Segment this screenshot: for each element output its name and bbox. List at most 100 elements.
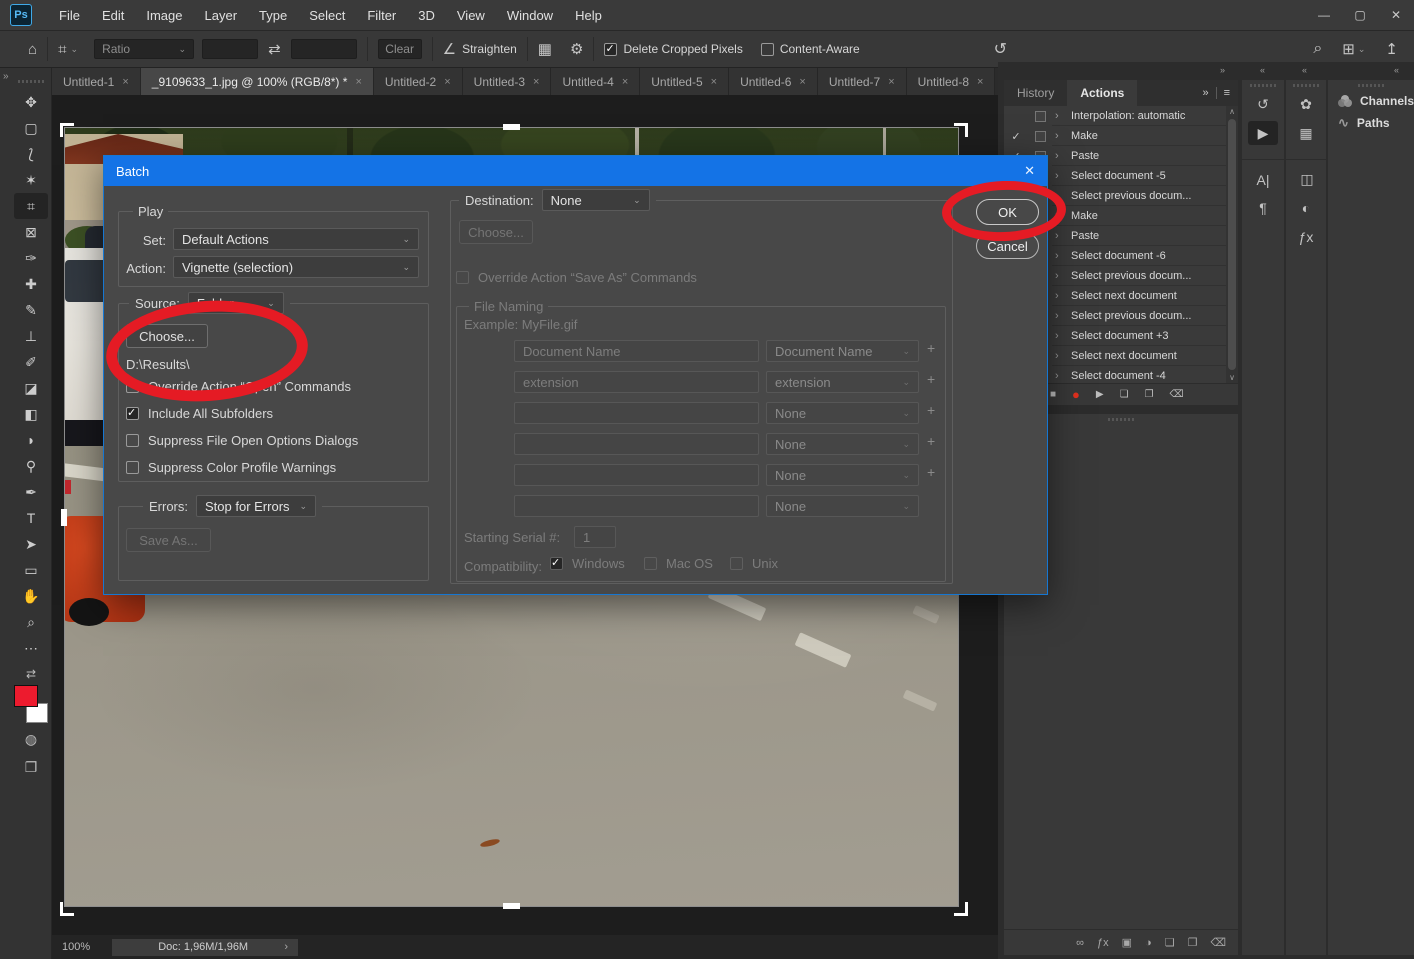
chevron-right-icon[interactable]: › [1055, 310, 1065, 322]
file-naming-select[interactable]: None ⌄ [766, 495, 919, 517]
chevron-right-icon[interactable]: › [1055, 190, 1065, 202]
chevron-right-icon[interactable]: › [1055, 170, 1065, 182]
brush-tool[interactable]: ✎ [14, 297, 48, 323]
checkbox[interactable]: ✓ [126, 407, 139, 420]
crop-handle[interactable] [954, 123, 968, 137]
dodge-tool[interactable]: ⚲ [14, 453, 48, 479]
screen-mode-icon[interactable]: ❐ [14, 755, 48, 779]
plus-icon[interactable]: + [927, 464, 935, 480]
clone-stamp-tool[interactable]: ⊥ [14, 323, 48, 349]
checkbox[interactable]: ✓ [761, 43, 774, 56]
ok-button[interactable]: OK [976, 199, 1039, 225]
starting-serial-input[interactable]: 1 [574, 526, 616, 548]
checkbox[interactable]: ✓ [550, 557, 563, 570]
chevron-down-icon[interactable]: ⌄ [1358, 44, 1366, 55]
file-naming-select[interactable]: None ⌄ [766, 464, 919, 486]
chevron-right-icon[interactable]: › [1055, 330, 1065, 342]
menu-item[interactable]: Help [564, 8, 613, 23]
marquee-tool[interactable]: ▢ [14, 115, 48, 141]
history-brush-tool[interactable]: ✐ [14, 349, 48, 375]
chevron-right-icon[interactable]: › [1055, 270, 1065, 282]
crop-tool[interactable]: ⌗ [14, 193, 48, 219]
zoom-tool[interactable]: ⌕ [14, 609, 48, 635]
checkbox[interactable]: ✓ [456, 271, 469, 284]
source-checkbox[interactable]: ✓ Suppress Color Profile Warnings [126, 460, 336, 475]
document-tab[interactable]: Untitled-8 × [907, 68, 996, 95]
chevron-right-icon[interactable]: › [1055, 250, 1065, 262]
color-panel-icon[interactable]: ✿ [1291, 92, 1321, 116]
move-tool[interactable]: ✥ [14, 89, 48, 115]
compatibility-checkbox[interactable]: ✓ Windows [550, 556, 625, 571]
swap-colors-icon[interactable]: ⇄ [12, 667, 50, 681]
menu-item[interactable]: View [446, 8, 496, 23]
swap-dimensions-icon[interactable]: ⇄ [268, 40, 281, 58]
eraser-tool[interactable]: ◪ [14, 375, 48, 401]
options-checkbox[interactable]: ✓ Content-Aware [761, 42, 860, 56]
action-item[interactable]: ✓ › Make [1004, 126, 1238, 146]
clear-button[interactable]: Clear [378, 39, 422, 59]
checkbox[interactable]: ✓ [730, 557, 743, 570]
foreground-color-swatch[interactable] [14, 685, 38, 707]
dock-collapse-icon[interactable]: « [1260, 65, 1265, 75]
crop-handle[interactable] [503, 124, 520, 130]
check-icon[interactable]: ✓ [1004, 130, 1028, 143]
source-checkbox[interactable]: ✓ Suppress File Open Options Dialogs [126, 433, 358, 448]
checkbox[interactable]: ✓ [604, 43, 617, 56]
checkbox[interactable]: ✓ [644, 557, 657, 570]
document-tab[interactable]: Untitled-4 × [551, 68, 640, 95]
chevron-right-icon[interactable]: › [1055, 210, 1065, 222]
dock-collapse-icon[interactable]: » [1220, 65, 1225, 75]
search-icon[interactable]: ⌕ [1313, 40, 1322, 58]
group-icon[interactable]: ❏ [1165, 936, 1175, 949]
close-icon[interactable]: ✕ [1378, 0, 1414, 30]
minimize-icon[interactable]: — [1306, 0, 1342, 30]
menu-item[interactable]: Filter [356, 8, 407, 23]
file-naming-select[interactable]: extension ⌄ [766, 371, 919, 393]
gradient-tool[interactable]: ◧ [14, 401, 48, 427]
menu-item[interactable]: Edit [91, 8, 135, 23]
actions-panel-icon[interactable]: ▶ [1248, 121, 1278, 145]
menu-item[interactable]: Window [496, 8, 564, 23]
stop-icon[interactable]: ■ [1050, 389, 1056, 400]
frame-tool[interactable]: ⊠ [14, 219, 48, 245]
dialog-toggle-box[interactable] [1035, 111, 1046, 122]
close-tab-icon[interactable]: × [533, 76, 539, 88]
straighten-label[interactable]: Straighten [462, 42, 517, 56]
edit-toolbar[interactable]: ⋯ [14, 635, 48, 661]
workspace-icon[interactable]: ⊞ [1342, 40, 1355, 58]
crop-handle[interactable] [60, 902, 74, 916]
destination-select[interactable]: None ⌄ [542, 189, 650, 211]
crop-width-input[interactable] [202, 39, 258, 59]
crop-handle[interactable] [60, 123, 74, 137]
effects-icon[interactable]: ƒx [1097, 937, 1109, 949]
tab-actions[interactable]: Actions [1067, 80, 1137, 106]
scroll-down-icon[interactable]: ∨ [1229, 373, 1235, 382]
source-checkbox[interactable]: ✓ Override Action “Open” Commands [126, 379, 351, 394]
document-tab[interactable]: Untitled-7 × [818, 68, 907, 95]
trash-icon[interactable]: ⌫ [1210, 936, 1226, 949]
crop-tool-icon[interactable]: ⌗ [58, 41, 66, 58]
blur-tool[interactable]: ◗ [14, 427, 48, 453]
scrollbar[interactable]: ∧ ∨ [1226, 106, 1238, 383]
dock-collapse-icon[interactable]: « [1302, 65, 1307, 75]
chevron-right-icon[interactable]: › [1055, 350, 1065, 362]
document-tab[interactable]: Untitled-2 × [374, 68, 463, 95]
straighten-icon[interactable]: ∠ [443, 40, 456, 58]
new-layer-icon[interactable]: ❐ [1188, 936, 1198, 949]
panel-grip[interactable] [1108, 418, 1134, 421]
ratio-select[interactable]: Ratio⌄ [94, 39, 194, 59]
panel-item-channels[interactable]: Channels [1328, 87, 1414, 108]
scrollbar-thumb[interactable] [1228, 119, 1236, 370]
crop-handle[interactable] [61, 509, 67, 526]
menu-item[interactable]: Type [248, 8, 298, 23]
close-tab-icon[interactable]: × [122, 76, 128, 88]
document-tab[interactable]: Untitled-1 × [52, 68, 141, 95]
swatches-panel-icon[interactable]: ▦ [1291, 121, 1321, 145]
chevron-right-icon[interactable]: › [1055, 110, 1065, 122]
dock-collapse-icon[interactable]: « [1394, 65, 1399, 75]
play-icon[interactable]: ▶ [1096, 389, 1104, 400]
errors-select[interactable]: Stop for Errors ⌄ [196, 495, 316, 517]
close-icon[interactable]: ✕ [1024, 163, 1035, 179]
share-icon[interactable]: ↥ [1385, 40, 1398, 58]
crop-handle[interactable] [503, 903, 520, 909]
